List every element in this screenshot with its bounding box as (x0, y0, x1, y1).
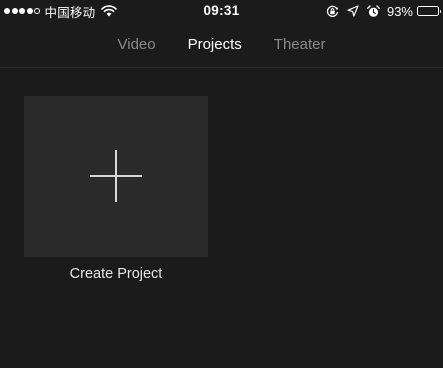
orientation-lock-icon (326, 5, 339, 18)
create-project-tile[interactable] (24, 96, 208, 257)
create-project-label[interactable]: Create Project (24, 266, 208, 282)
location-icon (347, 5, 359, 17)
plus-icon (115, 150, 117, 202)
tab-projects[interactable]: Projects (188, 36, 242, 53)
status-right-group: 93% (318, 0, 441, 22)
battery-icon (417, 6, 441, 16)
tab-bar: Video Projects Theater (0, 22, 443, 68)
alarm-icon (367, 4, 380, 18)
screen: 中国移动 09:31 93% Video Projects Theater Cr… (0, 0, 443, 368)
battery-percentage: 93% (386, 3, 413, 19)
tab-theater[interactable]: Theater (274, 36, 326, 53)
tab-video[interactable]: Video (118, 36, 156, 53)
